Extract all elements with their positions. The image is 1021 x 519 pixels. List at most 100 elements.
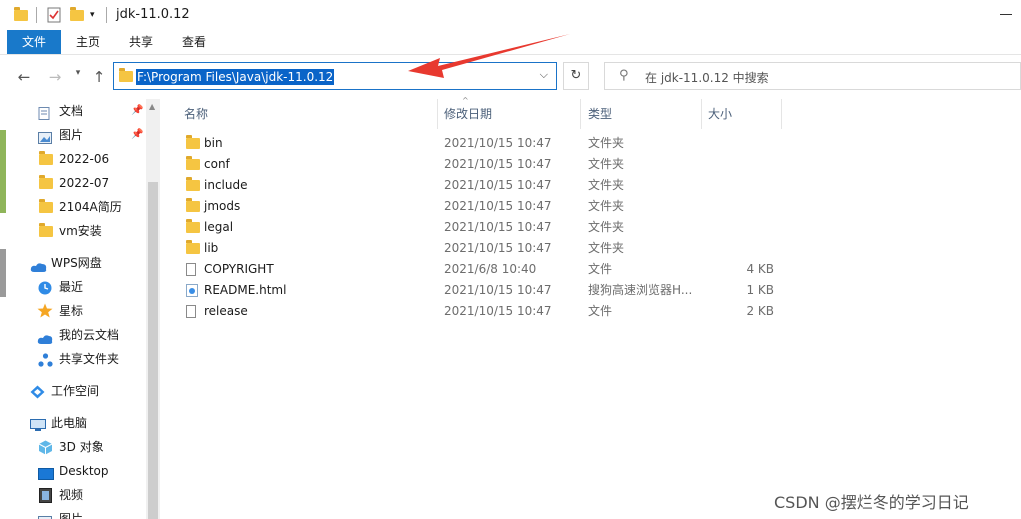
file-date: 2021/10/15 10:47: [444, 157, 552, 171]
forward-button[interactable]: →: [46, 68, 64, 86]
file-name: lib: [204, 241, 219, 255]
sidebar-item-recent[interactable]: 最近: [0, 276, 145, 298]
address-path[interactable]: F:\Program Files\Java\jdk-11.0.12: [136, 69, 335, 85]
share-icon: [38, 352, 53, 374]
workspace-icon: [30, 384, 45, 406]
file-row[interactable]: lib 2021/10/15 10:47 文件夹: [180, 238, 800, 259]
sidebar-item-folder[interactable]: 2022-07: [0, 172, 145, 194]
file-name: README.html: [204, 283, 287, 297]
scroll-up-icon[interactable]: ▲: [149, 102, 155, 111]
sidebar-item-shared-folder[interactable]: 共享文件夹: [0, 348, 145, 370]
sidebar-item-folder[interactable]: 2022-06: [0, 148, 145, 170]
divider: [36, 7, 37, 23]
folder-icon: [186, 219, 200, 233]
sidebar-item-label: 图片: [59, 128, 84, 142]
folder-icon: [186, 156, 200, 170]
file-size: 4 KB: [746, 262, 774, 276]
pin-icon: 📌: [131, 129, 144, 140]
file-row[interactable]: legal 2021/10/15 10:47 文件夹: [180, 217, 800, 238]
file-type: 文件: [588, 304, 613, 318]
folder-icon: [119, 68, 133, 82]
file-date: 2021/10/15 10:47: [444, 241, 552, 255]
sidebar-item-label: 最近: [59, 280, 84, 294]
sidebar-item-3d-objects[interactable]: 3D 对象: [0, 436, 145, 458]
file-size: 1 KB: [746, 283, 774, 297]
file-row[interactable]: README.html 2021/10/15 10:47 搜狗高速浏览器H...…: [180, 280, 800, 301]
watermark: CSDN @摆烂冬的学习日记: [774, 493, 969, 512]
minimize-button[interactable]: [1000, 14, 1012, 15]
column-divider[interactable]: [580, 99, 581, 129]
file-icon: [186, 263, 196, 276]
tab-home[interactable]: 主页: [70, 30, 106, 54]
sidebar-item-label: Desktop: [59, 464, 109, 478]
properties-icon[interactable]: [47, 6, 61, 24]
recent-locations-icon[interactable]: ▾: [69, 68, 87, 78]
sidebar-scrollbar[interactable]: ▲: [146, 99, 160, 519]
sidebar-item-label: 视频: [59, 488, 84, 502]
title-bar: ▾ jdk-11.0.12: [0, 0, 1021, 30]
column-header-name[interactable]: 名称: [184, 99, 208, 129]
folder-icon: [186, 240, 200, 254]
column-divider[interactable]: [437, 99, 438, 129]
sidebar-item-label: vm安装: [59, 224, 102, 238]
file-type: 文件夹: [588, 220, 625, 234]
sidebar-item-starred[interactable]: 星标: [0, 300, 145, 322]
sidebar-item-wps-drive[interactable]: WPS网盘: [0, 252, 145, 274]
column-divider[interactable]: [701, 99, 702, 129]
file-date: 2021/10/15 10:47: [444, 304, 552, 318]
sidebar-item-label: 2104A简历: [59, 200, 122, 214]
file-row[interactable]: release 2021/10/15 10:47 文件 2 KB: [180, 301, 800, 322]
folder-icon: [39, 223, 53, 237]
file-type: 文件夹: [588, 157, 625, 171]
folder-icon: [186, 177, 200, 191]
file-row[interactable]: include 2021/10/15 10:47 文件夹: [180, 175, 800, 196]
file-icon: [186, 305, 196, 318]
file-name: legal: [204, 220, 234, 234]
sidebar-item-label: 共享文件夹: [59, 352, 120, 366]
sidebar-item-this-pc[interactable]: 此电脑: [0, 412, 145, 434]
column-header-date[interactable]: 修改日期: [444, 99, 492, 129]
file-type: 文件夹: [588, 136, 625, 150]
sidebar-item-documents[interactable]: 文档 📌: [0, 100, 145, 122]
sidebar-item-folder[interactable]: 2104A简历: [0, 196, 145, 218]
column-header-type[interactable]: 类型: [588, 99, 612, 129]
folder-icon: [186, 198, 200, 212]
file-row[interactable]: jmods 2021/10/15 10:47 文件夹: [180, 196, 800, 217]
file-date: 2021/10/15 10:47: [444, 136, 552, 150]
cube-icon: [38, 440, 53, 462]
sidebar-item-pictures-pc[interactable]: 图片: [0, 508, 145, 519]
search-placeholder: 在 jdk-11.0.12 中搜索: [645, 71, 769, 85]
sidebar-item-label: 3D 对象: [59, 440, 104, 454]
file-name: COPYRIGHT: [204, 262, 274, 276]
sidebar-item-desktop[interactable]: Desktop: [0, 460, 145, 482]
sidebar-item-cloud-docs[interactable]: 我的云文档: [0, 324, 145, 346]
sidebar-item-label: 星标: [59, 304, 84, 318]
new-folder-icon[interactable]: [70, 6, 84, 24]
up-button[interactable]: ↑: [90, 68, 108, 86]
tab-view[interactable]: 查看: [175, 30, 213, 54]
tab-file[interactable]: 文件: [7, 30, 61, 54]
star-icon: [37, 303, 53, 325]
pictures-icon: [38, 513, 52, 519]
sidebar-item-label: 此电脑: [51, 416, 88, 430]
folder-icon: [39, 151, 53, 165]
file-row[interactable]: COPYRIGHT 2021/6/8 10:40 文件 4 KB: [180, 259, 800, 280]
sidebar-item-pictures[interactable]: 图片 📌: [0, 124, 145, 146]
sidebar-item-videos[interactable]: 视频: [0, 484, 145, 506]
column-divider[interactable]: [781, 99, 782, 129]
file-date: 2021/10/15 10:47: [444, 178, 552, 192]
sidebar-item-workspace[interactable]: 工作空间: [0, 380, 145, 402]
quick-access-dropdown-icon[interactable]: ▾: [90, 6, 95, 24]
search-box[interactable]: ⚲ 在 jdk-11.0.12 中搜索: [604, 62, 1021, 90]
back-button[interactable]: ←: [15, 68, 33, 86]
tab-share[interactable]: 共享: [122, 30, 160, 54]
scrollbar-thumb[interactable]: [148, 182, 158, 519]
file-row[interactable]: bin 2021/10/15 10:47 文件夹: [180, 133, 800, 154]
html-file-icon: [186, 284, 198, 297]
sidebar-item-folder[interactable]: vm安装: [0, 220, 145, 242]
column-header-size[interactable]: 大小: [708, 99, 732, 129]
navigation-pane: 文档 📌 图片 📌 2022-06 2022-07 2104A简历 vm安装 W…: [0, 99, 160, 519]
divider: [106, 7, 107, 23]
file-row[interactable]: conf 2021/10/15 10:47 文件夹: [180, 154, 800, 175]
file-date: 2021/10/15 10:47: [444, 199, 552, 213]
